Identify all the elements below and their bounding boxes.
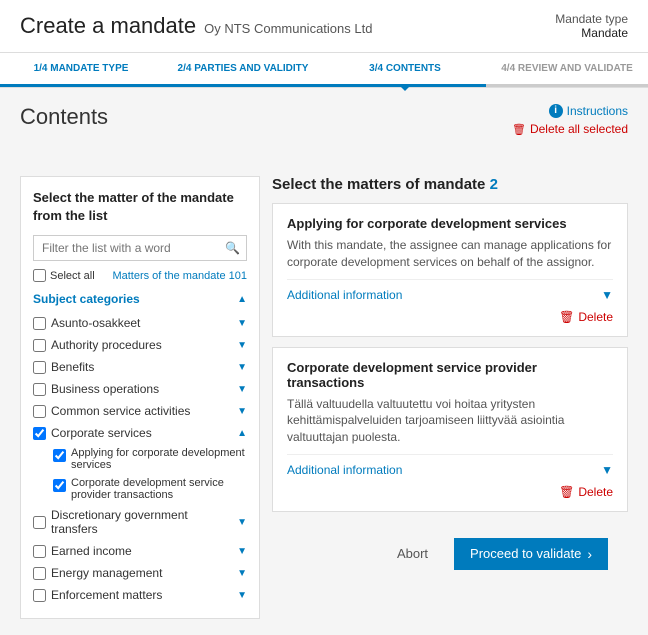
search-box: 🔍	[33, 235, 247, 261]
list-item[interactable]: Common service activities ▼	[33, 400, 247, 422]
mandate-type-info: Mandate type Mandate	[555, 12, 628, 40]
card-1-delete[interactable]: 🗑 Delete	[287, 310, 613, 324]
list-item[interactable]: Benefits ▼	[33, 356, 247, 378]
progress-bar: 1/4 MANDATE TYPE 2/4 PARTIES AND VALIDIT…	[0, 53, 648, 88]
header: Create a mandate Oy NTS Communications L…	[0, 0, 648, 53]
list-item[interactable]: Authority procedures ▼	[33, 334, 247, 356]
item-benefits-label[interactable]: Benefits	[33, 360, 94, 374]
chevron-down-icon: ▼	[237, 340, 247, 351]
matters-count-badge: 2	[490, 176, 498, 193]
mandate-type-value: Mandate	[555, 26, 628, 40]
select-all-row: Select all Matters of the mandate 101	[33, 269, 247, 282]
proceed-button[interactable]: Proceed to validate ›	[454, 538, 608, 570]
abort-button[interactable]: Abort	[383, 539, 442, 568]
matters-link[interactable]: Matters of the mandate 101	[112, 270, 247, 282]
list-item[interactable]: Discretionary government transfers ▼	[33, 504, 247, 540]
step-3[interactable]: 3/4 CONTENTS	[324, 53, 486, 87]
list-item[interactable]: Corporate services ▲	[33, 422, 247, 444]
search-icon: 🔍	[225, 241, 240, 255]
item-benefits-checkbox[interactable]	[33, 361, 46, 374]
list-item[interactable]: Earned income ▼	[33, 540, 247, 562]
chevron-down-icon: ▼	[237, 406, 247, 417]
step-4[interactable]: 4/4 REVIEW AND VALIDATE	[486, 53, 648, 87]
card-2-delete[interactable]: 🗑 Delete	[287, 485, 613, 499]
card-1-title: Applying for corporate development servi…	[287, 216, 613, 231]
left-panel-title: Select the matter of the mandate from th…	[33, 189, 247, 225]
item-corporate-checkbox[interactable]	[33, 427, 46, 440]
select-all-checkbox[interactable]	[33, 269, 46, 282]
trash-icon: 🗑	[512, 123, 526, 136]
list-item[interactable]: Corporate development service provider t…	[53, 474, 247, 504]
card-2-desc: Tällä valtuudella valtuutettu voi hoitaa…	[287, 396, 613, 446]
chevron-down-icon: ▼	[237, 384, 247, 395]
list-item[interactable]: Energy management ▼	[33, 562, 247, 584]
card-2-title: Corporate development service provider t…	[287, 360, 613, 390]
item-asunto-checkbox[interactable]	[33, 317, 46, 330]
search-input[interactable]	[33, 235, 247, 261]
matter-card-2: Corporate development service provider t…	[272, 347, 628, 512]
step-1[interactable]: 1/4 MANDATE TYPE	[0, 53, 162, 87]
right-panel-title: Select the matters of mandate 2	[272, 176, 628, 193]
top-actions: i Instructions 🗑 Delete all selected	[512, 104, 628, 136]
chevron-up-icon: ▲	[237, 428, 247, 439]
left-panel: Select the matter of the mandate from th…	[20, 176, 260, 619]
step-2[interactable]: 2/4 PARTIES AND VALIDITY	[162, 53, 324, 87]
list-item[interactable]: Applying for corporate development servi…	[53, 444, 247, 474]
chevron-down-icon: ▼	[601, 288, 613, 302]
item-business-label[interactable]: Business operations	[33, 382, 159, 396]
item-discretionary-label[interactable]: Discretionary government transfers	[33, 508, 237, 536]
chevron-up-icon: ▲	[237, 294, 247, 305]
item-business-checkbox[interactable]	[33, 383, 46, 396]
select-all-label[interactable]: Select all	[33, 269, 95, 282]
content-layout: Select the matter of the mandate from th…	[20, 176, 628, 619]
chevron-down-icon: ▼	[237, 590, 247, 601]
matter-card-1: Applying for corporate development servi…	[272, 203, 628, 337]
item-enforcement-checkbox[interactable]	[33, 589, 46, 602]
item-asunto-label[interactable]: Asunto-osakkeet	[33, 316, 140, 330]
item-energy-checkbox[interactable]	[33, 567, 46, 580]
chevron-down-icon: ▼	[237, 362, 247, 373]
contents-heading: Contents	[20, 104, 108, 130]
chevron-down-icon: ▼	[601, 463, 613, 477]
item-earned-checkbox[interactable]	[33, 545, 46, 558]
sub-item-corporate-dev-checkbox[interactable]	[53, 449, 66, 462]
item-authority-checkbox[interactable]	[33, 339, 46, 352]
item-authority-label[interactable]: Authority procedures	[33, 338, 162, 352]
trash-icon: 🗑	[559, 310, 574, 324]
chevron-down-icon: ▼	[237, 546, 247, 557]
arrow-right-icon: ›	[587, 546, 592, 562]
matters-count-text: Matters of the mandate 101	[112, 270, 247, 282]
page-title: Create a mandate	[20, 13, 196, 39]
instructions-link[interactable]: i Instructions	[549, 104, 628, 118]
company-name: Oy NTS Communications Ltd	[204, 21, 372, 36]
right-panel: Select the matters of mandate 2 Applying…	[272, 176, 628, 619]
item-common-checkbox[interactable]	[33, 405, 46, 418]
footer-actions: Abort Proceed to validate ›	[272, 522, 628, 586]
trash-icon: 🗑	[559, 485, 574, 499]
list-item[interactable]: Asunto-osakkeet ▼	[33, 312, 247, 334]
info-icon: i	[549, 104, 563, 118]
sub-item-corporate-provider-checkbox[interactable]	[53, 479, 66, 492]
sub-items-corporate: Applying for corporate development servi…	[33, 444, 247, 504]
chevron-down-icon: ▼	[237, 517, 247, 528]
item-common-label[interactable]: Common service activities	[33, 404, 190, 418]
list-item[interactable]: Enforcement matters ▼	[33, 584, 247, 606]
item-corporate-label[interactable]: Corporate services	[33, 426, 152, 440]
item-discretionary-checkbox[interactable]	[33, 516, 46, 529]
mandate-type-heading: Mandate type	[555, 12, 628, 26]
subject-categories-header[interactable]: Subject categories ▲	[33, 292, 247, 306]
delete-all-link[interactable]: 🗑 Delete all selected	[512, 122, 628, 136]
list-item[interactable]: Business operations ▼	[33, 378, 247, 400]
item-earned-label[interactable]: Earned income	[33, 544, 132, 558]
card-1-desc: With this mandate, the assignee can mana…	[287, 237, 613, 271]
chevron-down-icon: ▼	[237, 568, 247, 579]
item-energy-label[interactable]: Energy management	[33, 566, 162, 580]
header-left: Create a mandate Oy NTS Communications L…	[20, 13, 372, 39]
card-1-additional-info[interactable]: Additional information ▼	[287, 279, 613, 302]
main-content: Contents i Instructions 🗑 Delete all sel…	[0, 88, 648, 635]
card-2-additional-info[interactable]: Additional information ▼	[287, 454, 613, 477]
item-enforcement-label[interactable]: Enforcement matters	[33, 588, 162, 602]
chevron-down-icon: ▼	[237, 318, 247, 329]
